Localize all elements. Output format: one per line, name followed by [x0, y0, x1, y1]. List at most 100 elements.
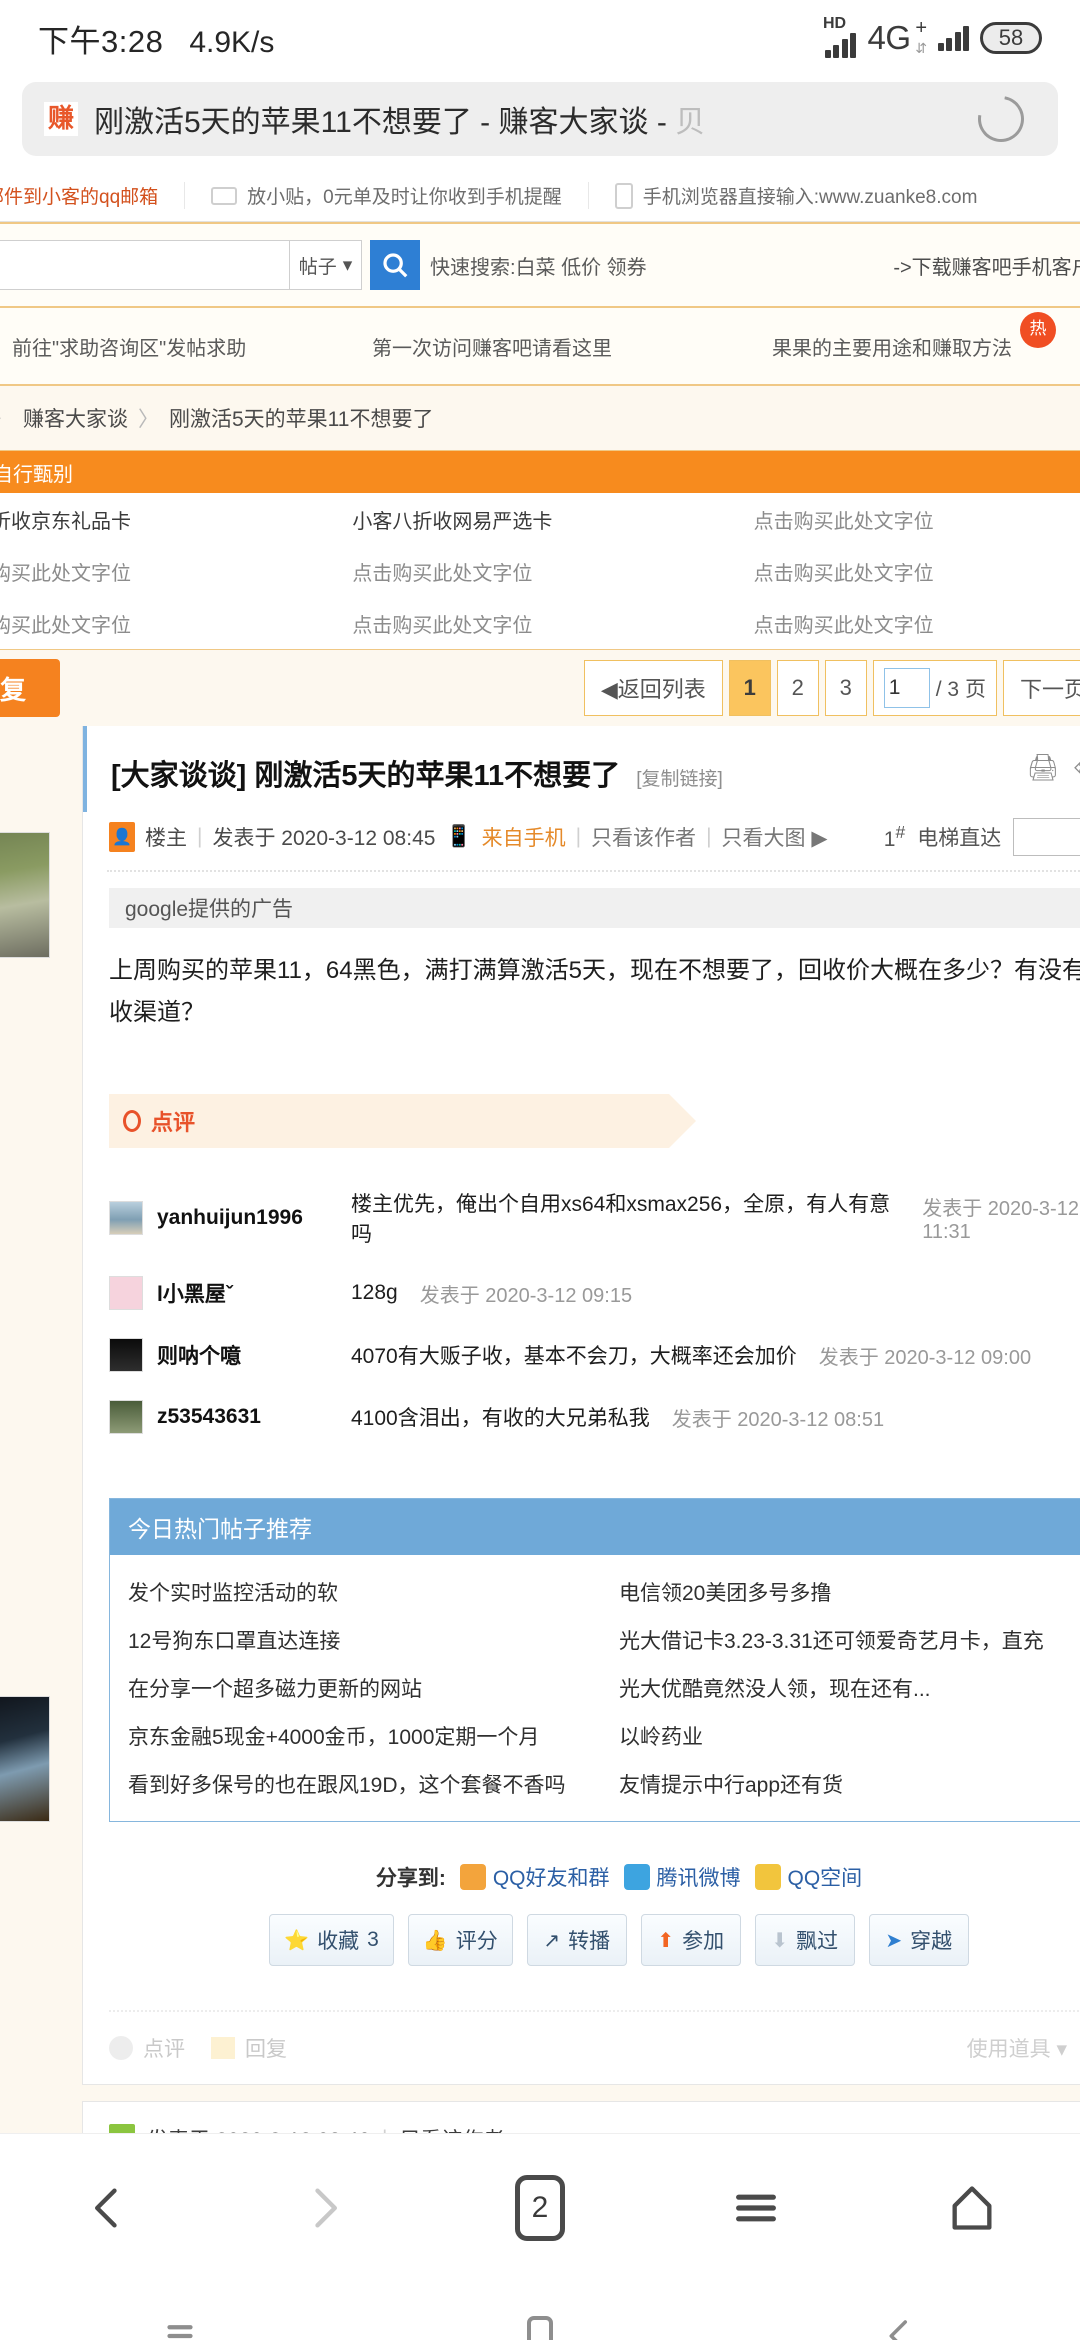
hot-post-link[interactable]: 电信领20美团多号多撸 — [619, 1577, 1080, 1607]
hot-post-link[interactable]: 光大借记卡3.23-3.31还可领爱奇艺月卡，直充 — [619, 1625, 1080, 1655]
comment-text: 128g — [351, 1281, 398, 1304]
network-type-label: 4G + ⇵ — [867, 17, 927, 56]
page-button-1[interactable]: 1 — [728, 660, 771, 716]
post-category-tag[interactable]: [大家谈谈] — [111, 760, 246, 792]
ad-cell[interactable]: 点击购买此处文字位 — [342, 545, 743, 597]
avatar[interactable] — [109, 1201, 143, 1235]
page-button-3[interactable]: 3 — [824, 660, 867, 716]
address-bar[interactable]: 赚 刚激活5天的苹果11不想要了 - 赚客大家谈 - 贝 — [22, 82, 1058, 156]
post-footer-right: 使用道具 ▾ 举报 — [967, 2033, 1080, 2063]
comment-author[interactable]: 则呐个噫 — [157, 1340, 337, 1370]
comment-time: 发表于 2020-3-12 09:15 — [419, 1284, 633, 1307]
search-scope-select[interactable]: 帖子 ▾ — [290, 240, 362, 290]
join-button[interactable]: ⬆ 参加 — [640, 1914, 741, 1966]
sidebar-thumbnail[interactable] — [0, 1696, 50, 1823]
hot-post-link[interactable]: 以岭药业 — [619, 1721, 1080, 1751]
phone-screen: 下午3:28 4.9K/s HD 4G + ⇵ 58 赚 刚激活5天的苹果11不想… — [0, 0, 1080, 2340]
notice-guoguo[interactable]: 果果的主要用途和赚取方法 热 — [772, 311, 1056, 361]
search-input[interactable] — [0, 240, 290, 290]
download-client-link[interactable]: ->下载赚客吧手机客户端<- — [893, 251, 1080, 280]
site-notice-row: 问题，前往"求助咨询区"发帖求助 第一次访问赚客吧请看这里 果果的主要用途和赚取… — [0, 308, 1080, 386]
page-title-url[interactable]: 刚激活5天的苹果11不想要了 - 赚客大家谈 - 贝 — [94, 97, 962, 141]
comment-author[interactable]: l小黑屋ˇ — [157, 1278, 337, 1308]
system-home-button[interactable] — [495, 2301, 585, 2340]
next-page-button[interactable]: 下一页 ▶ — [1002, 660, 1080, 716]
search-quick-tags[interactable]: 快速搜索:白菜 低价 领券 — [430, 251, 647, 280]
traverse-button[interactable]: ➤ 穿越 — [868, 1914, 969, 1966]
from-mobile-icon: 📱 — [445, 825, 472, 848]
avatar[interactable] — [109, 1276, 143, 1310]
from-mobile-label: 来自手机 — [481, 827, 566, 850]
menu-icon — [736, 2194, 776, 2221]
hot-post-link[interactable]: 发个实时监控活动的软 — [128, 1577, 619, 1607]
hot-posts-box: 今日热门帖子推荐 发个实时监控活动的软 电信领20美团多号多撸 12号狗东口罩直… — [109, 1498, 1080, 1822]
prev-icon[interactable]: ⇦ — [1073, 752, 1080, 783]
ad-cell[interactable]: 点击购买此处文字位 — [0, 545, 342, 597]
hot-post-link[interactable]: 在分享一个超多磁力更新的网站 — [128, 1673, 619, 1703]
comment-author[interactable]: yanhuijun1996 — [157, 1206, 337, 1230]
back-to-list-button[interactable]: ◀返回列表 — [583, 660, 723, 716]
footer-review-button[interactable]: 点评 — [109, 2033, 185, 2063]
post2-only-author-link[interactable]: 只看该作者 — [399, 2124, 504, 2133]
hot-post-link[interactable]: 12号狗东口罩直达连接 — [128, 1625, 619, 1655]
ad-cell[interactable]: 点击购买此处文字位 — [744, 545, 1080, 597]
browser-home-button[interactable] — [927, 2163, 1017, 2253]
footer-reply-button[interactable]: 回复 — [211, 2033, 287, 2063]
use-tools-button[interactable]: 使用道具 ▾ — [967, 2033, 1067, 2063]
copy-link[interactable]: [复制链接] — [636, 769, 723, 790]
ad-cell[interactable]: 点击购买此处文字位 — [0, 597, 342, 649]
top-strip-item-2[interactable]: 放小贴，0元单及时让你收到手机提醒 — [185, 182, 589, 209]
repost-button[interactable]: ↗ 转播 — [526, 1914, 627, 1966]
page-jump[interactable]: / 3 页 — [872, 660, 997, 716]
page-jump-input[interactable] — [883, 668, 930, 708]
share-qq-button[interactable]: QQ好友和群 — [459, 1862, 610, 1892]
notice-first-visit[interactable]: 第一次访问赚客吧请看这里 — [372, 332, 772, 361]
hot-posts-grid: 发个实时监控活动的软 电信领20美团多号多撸 12号狗东口罩直达连接 光大借记卡… — [110, 1555, 1080, 1821]
only-author-link[interactable]: 只看该作者 — [591, 822, 696, 852]
breadcrumb-item-2[interactable]: 刚激活5天的苹果11不想要了 — [169, 403, 433, 433]
browser-menu-button[interactable] — [711, 2163, 801, 2253]
reply-button[interactable]: 回复 — [0, 659, 60, 717]
breadcrumb-sep: 〉 — [138, 408, 159, 431]
post2-meta-row: 发表于 2020-3-12 08:46 | 只看该作者 2# — [83, 2102, 1080, 2133]
reload-icon[interactable] — [968, 86, 1034, 152]
browser-forward-button[interactable] — [279, 2163, 369, 2253]
share-qzone-button[interactable]: QQ空间 — [754, 1862, 862, 1892]
top-strip-item-3[interactable]: 手机浏览器直接输入:www.zuanke8.com — [589, 182, 1004, 209]
top-strip-item-1[interactable]: 友邮件到小客的qq邮箱 — [0, 182, 186, 209]
search-button[interactable] — [370, 240, 420, 290]
hot-post-link[interactable]: 光大优酷竟然没人领，现在还有... — [619, 1673, 1080, 1703]
browser-back-button[interactable] — [63, 2163, 153, 2253]
sidebar-thumbnail[interactable] — [0, 832, 50, 959]
avatar[interactable] — [109, 1400, 143, 1434]
hot-post-link[interactable]: 京东金融5现金+4000金币，1000定期一个月 — [128, 1721, 619, 1751]
share-weibo-button[interactable]: 腾讯微博 — [623, 1862, 741, 1892]
notice-help[interactable]: 问题，前往"求助咨询区"发帖求助 — [0, 332, 372, 361]
page-button-2[interactable]: 2 — [776, 660, 819, 716]
arrow-up-icon: ⬆ — [657, 1929, 675, 1952]
system-back-button[interactable] — [855, 2301, 945, 2340]
browser-tabs-button[interactable]: 2 — [495, 2163, 585, 2253]
web-content-viewport[interactable]: 友邮件到小客的qq邮箱 放小贴，0元单及时让你收到手机提醒 手机浏览器直接输入:… — [0, 170, 1080, 2133]
status-bar-right: HD 4G + ⇵ 58 — [823, 16, 1042, 58]
pass-button[interactable]: ⬇ 飘过 — [754, 1914, 855, 1966]
network-speed: 4.9K/s — [189, 25, 275, 59]
avatar[interactable] — [109, 1338, 143, 1372]
lift-input[interactable] — [1013, 818, 1080, 856]
print-icon[interactable]: 🖨 — [1026, 752, 1059, 783]
hot-post-link[interactable]: 看到好多保号的也在跟风19D，这个套餐不香吗 — [128, 1769, 619, 1799]
favorite-button[interactable]: ⭐ 收藏 3 — [269, 1914, 394, 1966]
review-icon — [123, 1110, 141, 1132]
ad-cell[interactable]: 九五折收京东礼品卡 — [0, 493, 342, 545]
breadcrumb-item-1[interactable]: 赚客大家谈 — [23, 403, 128, 433]
system-recents-button[interactable] — [135, 2301, 225, 2340]
ad-cell[interactable]: 小客八折收网易严选卡 — [342, 493, 743, 545]
ad-cell[interactable]: 点击购买此处文字位 — [744, 597, 1080, 649]
ad-cell[interactable]: 点击购买此处文字位 — [744, 493, 1080, 545]
hot-post-link[interactable]: 友情提示中行app还有货 — [619, 1769, 1080, 1799]
only-images-link[interactable]: 只看大图 ▶ — [722, 822, 828, 852]
ad-cell[interactable]: 点击购买此处文字位 — [342, 597, 743, 649]
rate-button[interactable]: 👍 评分 — [407, 1914, 513, 1966]
hd-signal-icon: HD — [823, 16, 857, 58]
comment-author[interactable]: z53543631 — [157, 1405, 337, 1429]
